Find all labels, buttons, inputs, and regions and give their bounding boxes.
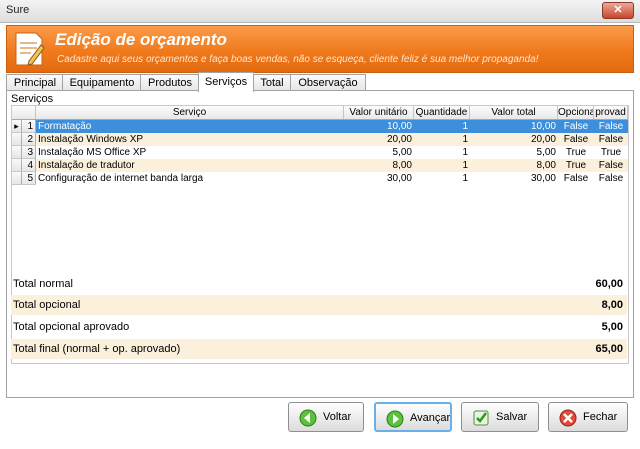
cell-valor-total[interactable]: 8,00 (470, 159, 558, 172)
page-title: Edição de orçamento (55, 30, 227, 49)
close-window-button[interactable]: ✕ (602, 2, 634, 19)
row-indicator (12, 146, 22, 159)
grid-header: Serviço Valor unitário Quantidade Valor … (12, 106, 628, 120)
voltar-label: Voltar (323, 411, 352, 423)
table-row[interactable]: 2 Instalação Windows XP 20,00 1 20,00 Fa… (12, 133, 628, 146)
tab-total[interactable]: Total (252, 74, 292, 91)
save-check-icon (473, 410, 489, 426)
cell-opcional[interactable]: False (558, 133, 594, 146)
column-header-valor-unitario[interactable]: Valor unitário (344, 106, 414, 119)
avancar-label: Avançar (410, 412, 451, 424)
section-label: Serviços (11, 93, 54, 105)
cell-valor-unitario[interactable]: 20,00 (344, 133, 414, 146)
total-normal-value: 60,00 (595, 278, 623, 290)
avancar-button[interactable]: Avançar (374, 402, 452, 432)
column-header-servico[interactable]: Serviço (36, 106, 344, 119)
cell-valor-unitario[interactable]: 8,00 (344, 159, 414, 172)
tab-produtos[interactable]: Produtos (140, 74, 200, 91)
total-opcional-aprovado-value: 5,00 (601, 321, 623, 333)
page-subtitle: Cadastre aqui seus orçamentos e faça boa… (57, 54, 539, 65)
column-header-valor-total[interactable]: Valor total (470, 106, 558, 119)
tab-servicos[interactable]: Serviços (198, 72, 254, 92)
row-number: 1 (22, 120, 36, 133)
cell-quantidade[interactable]: 1 (414, 172, 470, 185)
column-header-opcional[interactable]: Opciona (558, 106, 594, 119)
cell-quantidade[interactable]: 1 (414, 120, 470, 133)
cell-opcional[interactable]: False (558, 172, 594, 185)
page-header: Edição de orçamento Cadastre aqui seus o… (6, 25, 634, 73)
voltar-button[interactable]: Voltar (288, 402, 364, 432)
arrow-right-icon (386, 410, 404, 428)
cell-aprovado[interactable]: True (594, 146, 628, 159)
cell-quantidade[interactable]: 1 (414, 133, 470, 146)
table-row[interactable]: 5 Configuração de internet banda larga 3… (12, 172, 628, 185)
total-opcional-label: Total opcional (13, 299, 81, 311)
arrow-left-icon (299, 409, 317, 427)
cell-quantidade[interactable]: 1 (414, 146, 470, 159)
cell-servico[interactable]: Instalação Windows XP (36, 133, 344, 146)
cell-servico[interactable]: Instalação MS Office XP (36, 146, 344, 159)
total-normal-row: Total normal 60,00 (11, 274, 627, 294)
salvar-button[interactable]: Salvar (461, 402, 539, 432)
row-number: 3 (22, 146, 36, 159)
row-indicator (12, 172, 22, 185)
cell-aprovado[interactable]: False (594, 133, 628, 146)
column-header-aprovado[interactable]: provad (594, 106, 628, 119)
table-row[interactable]: 3 Instalação MS Office XP 5,00 1 5,00 Tr… (12, 146, 628, 159)
cell-opcional[interactable]: True (558, 146, 594, 159)
row-number: 4 (22, 159, 36, 172)
tab-observacao[interactable]: Observação (290, 74, 366, 91)
cell-opcional[interactable]: False (558, 120, 594, 133)
window-title: Sure (6, 4, 30, 16)
cell-servico[interactable]: Configuração de internet banda larga (36, 172, 344, 185)
total-opcional-aprovado-label: Total opcional aprovado (13, 321, 130, 333)
total-opcional-aprovado-row: Total opcional aprovado 5,00 (11, 317, 627, 337)
row-pointer-icon: ▸ (12, 120, 22, 133)
row-indicator (12, 159, 22, 172)
cell-valor-total[interactable]: 30,00 (470, 172, 558, 185)
cell-valor-total[interactable]: 20,00 (470, 133, 558, 146)
cell-valor-total[interactable]: 5,00 (470, 146, 558, 159)
cell-valor-unitario[interactable]: 5,00 (344, 146, 414, 159)
cell-servico[interactable]: Instalação de tradutor (36, 159, 344, 172)
cell-valor-unitario[interactable]: 30,00 (344, 172, 414, 185)
row-indicator-header (12, 106, 36, 119)
edit-document-icon (15, 32, 45, 66)
cell-opcional[interactable]: True (558, 159, 594, 172)
total-final-label: Total final (normal + op. aprovado) (13, 343, 181, 355)
cell-valor-unitario[interactable]: 10,00 (344, 120, 414, 133)
cell-aprovado[interactable]: False (594, 159, 628, 172)
row-indicator (12, 133, 22, 146)
cell-servico[interactable]: Formatação (36, 120, 344, 133)
row-number: 2 (22, 133, 36, 146)
cell-aprovado[interactable]: False (594, 120, 628, 133)
total-final-value: 65,00 (595, 343, 623, 355)
table-row[interactable]: 4 Instalação de tradutor 8,00 1 8,00 Tru… (12, 159, 628, 172)
tab-equipamento[interactable]: Equipamento (62, 74, 142, 91)
fechar-label: Fechar (583, 411, 618, 423)
table-row[interactable]: ▸ 1 Formatação 10,00 1 10,00 False False (12, 120, 628, 133)
tab-principal[interactable]: Principal (6, 74, 64, 91)
total-normal-label: Total normal (13, 278, 73, 290)
fechar-button[interactable]: Fechar (548, 402, 628, 432)
cell-quantidade[interactable]: 1 (414, 159, 470, 172)
window-titlebar: Sure ✕ (0, 0, 640, 23)
row-number: 5 (22, 172, 36, 185)
column-header-quantidade[interactable]: Quantidade (414, 106, 470, 119)
salvar-label: Salvar (496, 411, 528, 423)
total-opcional-value: 8,00 (601, 299, 623, 311)
total-final-row: Total final (normal + op. aprovado) 65,0… (11, 339, 627, 359)
cell-aprovado[interactable]: False (594, 172, 628, 185)
total-opcional-row: Total opcional 8,00 (11, 295, 627, 315)
close-x-icon (559, 409, 577, 427)
tab-page-servicos: Serviços Serviço Valor unitário Quantida… (6, 90, 634, 398)
cell-valor-total[interactable]: 10,00 (470, 120, 558, 133)
